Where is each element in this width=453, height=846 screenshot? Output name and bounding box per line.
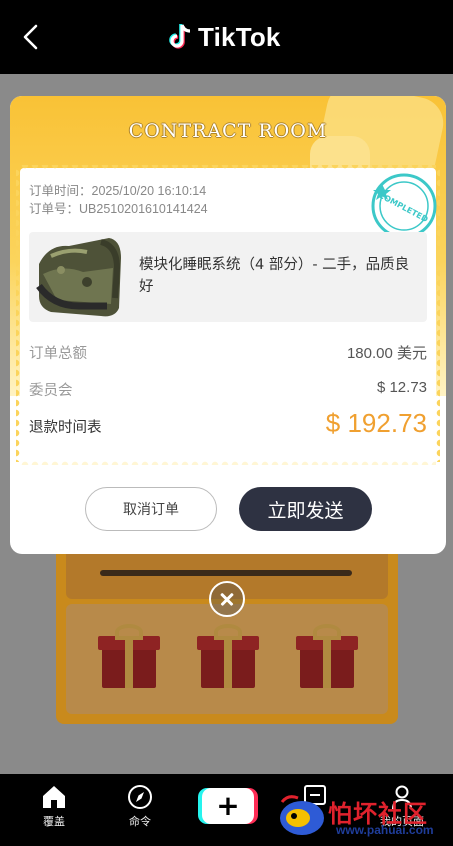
refund-label: 退款时间表 [29, 420, 102, 436]
order-total-value: 180.00 美元 [346, 345, 427, 362]
commission-value: $ 12.73 [376, 379, 427, 396]
home-icon [43, 786, 65, 808]
top-bar: TikTok [0, 0, 453, 74]
close-icon[interactable] [209, 581, 245, 617]
prize-bar [100, 570, 352, 576]
order-total-label: 订单总额 [29, 346, 87, 362]
brand-name: TikTok [198, 21, 281, 52]
tiktok-logo: TikTok [168, 20, 281, 54]
commission-label: 委员会 [29, 383, 73, 399]
product-card[interactable]: 模块化睡眠系统（4 部分）- 二手，品质良好 [29, 232, 427, 322]
refund-value: $ 192.73 [325, 408, 427, 438]
cancel-order-button[interactable]: 取消订单 [85, 487, 217, 531]
tab-discover[interactable]: 命令 [110, 784, 170, 840]
plus-icon: + [216, 789, 240, 822]
stamp-text: COMPLETED [377, 191, 430, 225]
create-button[interactable]: + [198, 788, 258, 824]
watermark-logo-icon [280, 795, 324, 835]
tiktok-note-icon [169, 24, 191, 49]
back-arrow-icon[interactable] [18, 22, 46, 52]
gift-box-icon [197, 624, 259, 690]
compass-icon [128, 785, 152, 809]
order-dialog: CONTRACT ROOM 订单时间：2025/10/20 16:10:14 订… [10, 96, 446, 554]
tab-home[interactable]: 覆盖 [24, 784, 84, 840]
gift-box-icon [296, 624, 358, 690]
dialog-title: CONTRACT ROOM [128, 120, 328, 142]
watermark-url: www.pahuai.com [336, 823, 434, 837]
order-time: 订单时间：2025/10/20 16:10:14 [29, 184, 207, 198]
tab-home-label: 覆盖 [43, 815, 65, 828]
tab-discover-label: 命令 [129, 815, 151, 828]
product-image [31, 234, 127, 320]
send-now-button[interactable]: 立即发送 [239, 487, 372, 531]
order-number: 订单号：UB2510201610141424 [29, 202, 208, 216]
site-watermark: 怕坏社区 www.pahuai.com [276, 792, 448, 844]
gift-box-icon [98, 624, 160, 690]
product-name: 模块化睡眠系统（4 部分）- 二手，品质良好 [139, 257, 410, 295]
